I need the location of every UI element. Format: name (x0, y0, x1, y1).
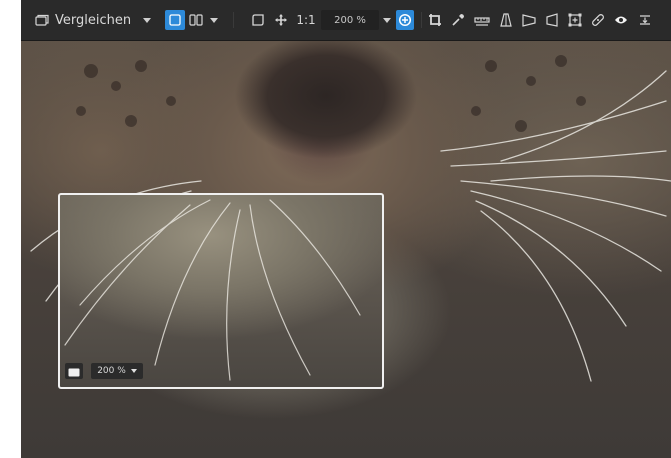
actual-size-button[interactable]: 1:1 (295, 10, 317, 30)
split-view-dropdown[interactable] (189, 10, 223, 30)
perspective-vertical-icon (499, 13, 513, 27)
eyedropper-button[interactable] (449, 10, 467, 30)
red-eye-icon (614, 14, 628, 26)
split-view-icon (189, 14, 203, 26)
chevron-down-icon (383, 17, 391, 23)
loupe-view[interactable] (58, 193, 384, 389)
zoom-dropdown-toggle[interactable] (382, 10, 392, 30)
loupe-zoom-value: 200 % (97, 366, 126, 376)
loupe-image (64, 199, 361, 381)
perspective-horizontal-icon (522, 13, 536, 27)
perspective-horizontal-button[interactable] (520, 10, 538, 30)
perspective-full-icon (545, 13, 559, 27)
red-eye-button[interactable] (612, 10, 630, 30)
healing-icon (591, 13, 605, 27)
toolbar-divider (233, 12, 234, 28)
zoom-in-button[interactable] (396, 10, 414, 30)
pan-icon (274, 13, 288, 27)
crop-frame-button[interactable] (249, 10, 267, 30)
image-icon (68, 362, 80, 381)
chevron-down-icon (210, 17, 218, 23)
zoom-dropdown[interactable]: 200 % (321, 10, 379, 30)
single-view-button[interactable] (165, 10, 185, 30)
crop-icon (428, 13, 442, 27)
editor-window: Vergleichen 1:1 200 % 200 % (21, 0, 671, 458)
pan-button[interactable] (272, 10, 290, 30)
transform-icon (568, 13, 582, 27)
compare-icon (35, 14, 49, 26)
transform-button[interactable] (566, 10, 584, 30)
eyedropper-icon (451, 13, 465, 27)
single-view-icon (169, 14, 181, 26)
loupe-zoom-dropdown[interactable]: 200 % (91, 363, 143, 379)
zoom-value: 200 % (334, 14, 366, 26)
crop-frame-icon (251, 14, 265, 26)
perspective-full-button[interactable] (543, 10, 561, 30)
straighten-button[interactable] (473, 10, 491, 30)
compare-dropdown[interactable]: Vergleichen (35, 10, 155, 30)
zoom-in-icon (398, 13, 412, 27)
toolbar-divider (421, 12, 422, 28)
chevron-down-icon (130, 369, 137, 373)
compare-label: Vergleichen (55, 12, 132, 28)
healing-button[interactable] (589, 10, 607, 30)
top-toolbar: Vergleichen 1:1 200 % (21, 0, 671, 41)
crop-button[interactable] (426, 10, 444, 30)
perspective-vertical-button[interactable] (497, 10, 515, 30)
more-tools-button[interactable] (636, 10, 654, 30)
chevron-down-icon (143, 17, 152, 23)
straighten-icon (474, 14, 490, 26)
more-icon (639, 14, 651, 26)
loupe-image-button[interactable] (65, 363, 83, 379)
